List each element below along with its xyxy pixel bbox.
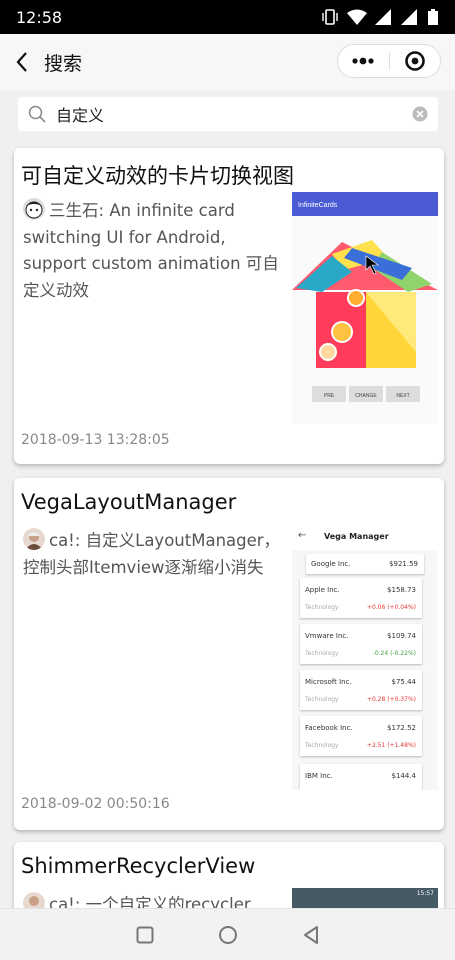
card-date: 2018-09-13 13:28:05 — [21, 432, 170, 448]
thumb-header: Vega Manager — [324, 532, 389, 541]
search-box — [18, 97, 438, 131]
thumb-back-icon: ← — [298, 530, 307, 541]
card-thumbnail: ← Vega Manager Google Inc. $921.59 Apple… — [292, 524, 438, 790]
thumb-button-next: NEXT — [396, 393, 409, 399]
thumb-row: Apple Inc. $158.73 Technology +0.06 (+0.… — [300, 578, 422, 618]
thumb-status-time: 15:57 — [416, 890, 434, 897]
search-input[interactable] — [56, 104, 412, 124]
thumb-row: Facebook Inc. $172.52 Technology +2.51 (… — [300, 716, 422, 756]
card-description: 三生石: An infinite card switching UI for A… — [23, 198, 285, 304]
card-description: ca!: 一个自定义的recycler — [23, 892, 285, 908]
card-text: 一个自定义的recycler — [85, 895, 251, 908]
avatar — [23, 528, 45, 550]
system-nav-bar — [0, 908, 455, 960]
menu-capsule — [337, 44, 441, 78]
status-bar: 12:58 — [0, 0, 455, 34]
back-button[interactable] — [0, 34, 44, 90]
avatar — [23, 892, 45, 908]
battery-icon — [428, 9, 438, 25]
page-title: 搜索 — [44, 52, 83, 75]
more-button[interactable] — [338, 44, 389, 78]
clear-icon[interactable] — [412, 106, 428, 122]
card-title: ShimmerRecyclerView — [21, 854, 256, 878]
card-author: 三生石 — [49, 201, 99, 220]
card-author: ca! — [49, 895, 75, 908]
signal-2-icon — [401, 9, 417, 25]
thumb-button-change: CHANGE — [355, 393, 377, 399]
target-icon — [404, 51, 425, 71]
nav-bar: 搜索 — [0, 34, 455, 90]
close-miniprogram-button[interactable] — [389, 44, 440, 78]
signal-icon — [375, 9, 391, 25]
wifi-icon — [347, 9, 367, 25]
recents-icon[interactable] — [136, 926, 154, 944]
more-dots-icon — [352, 57, 374, 65]
search-icon — [28, 105, 46, 123]
result-card[interactable]: 可自定义动效的卡片切换视图 三生石: An infinite card swit… — [14, 148, 444, 464]
home-icon[interactable] — [218, 925, 238, 945]
card-thumbnail: 15:57 — [292, 888, 438, 908]
back-triangle-icon[interactable] — [302, 925, 320, 945]
card-date: 2018-09-02 00:50:16 — [21, 796, 170, 812]
status-icons — [321, 9, 439, 25]
avatar — [23, 198, 45, 220]
status-time: 12:58 — [16, 7, 63, 27]
thumb-row: Vmware Inc. $109.74 Technology -0.24 (-0… — [300, 624, 422, 664]
card-thumbnail: InfiniteCards PRE CHANGE NEXT — [292, 192, 438, 424]
result-card[interactable]: ShimmerRecyclerView ca!: 一个自定义的recycler … — [14, 842, 444, 908]
result-card[interactable]: VegaLayoutManager ca!: 自定义LayoutManager，… — [14, 478, 444, 830]
thumb-appbar: ← Vega Manager — [292, 524, 438, 550]
thumb-row: IBM Inc. $144.4 — [300, 764, 422, 790]
card-title: 可自定义动效的卡片切换视图 — [21, 164, 294, 188]
result-list: 可自定义动效的卡片切换视图 三生石: An infinite card swit… — [0, 142, 455, 908]
chevron-left-icon — [16, 52, 27, 72]
thumb-row: Microsoft Inc. $75.44 Technology +0.28 (… — [300, 670, 422, 710]
vibrate-icon — [322, 9, 338, 25]
card-author: ca! — [49, 531, 75, 550]
thumb-header: InfiniteCards — [298, 202, 338, 209]
thumb-button-pre: PRE — [324, 393, 335, 399]
card-description: ca!: 自定义LayoutManager，控制头部Itemview逐渐缩小消失 — [23, 528, 285, 581]
thumb-row: Google Inc. $921.59 — [306, 554, 424, 574]
card-title: VegaLayoutManager — [21, 490, 237, 514]
search-bar — [0, 90, 455, 142]
